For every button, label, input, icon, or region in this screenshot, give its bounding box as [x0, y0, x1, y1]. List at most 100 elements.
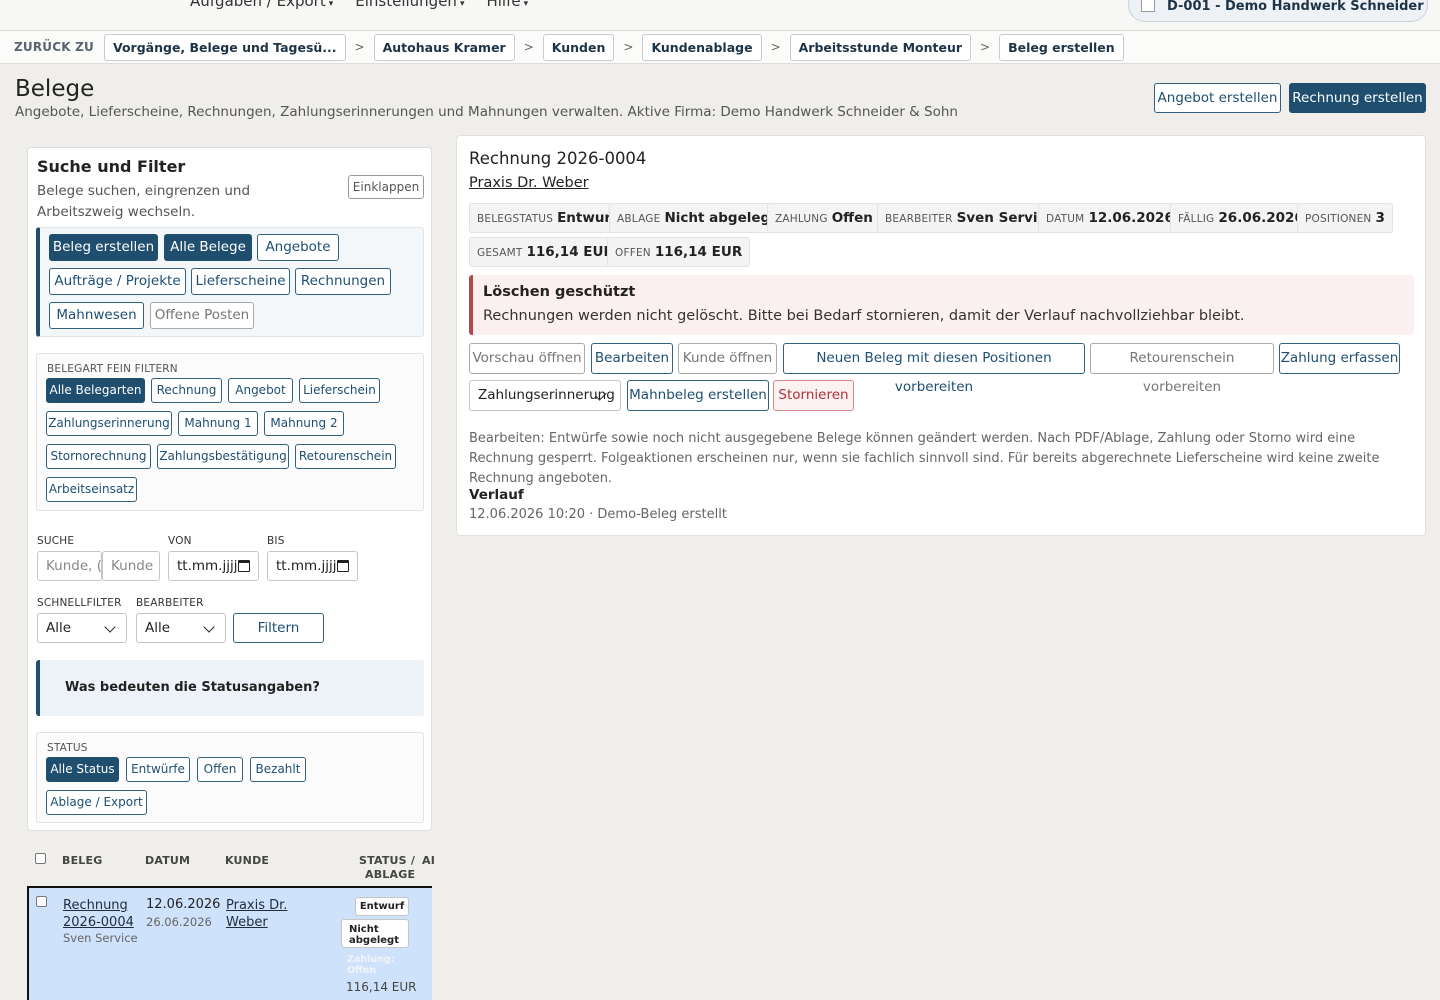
status-label: STATUS — [47, 742, 88, 754]
type-dunning-1[interactable]: Mahnung 1 — [178, 411, 258, 436]
quick-filter-select[interactable]: Alle — [37, 613, 127, 643]
type-invoice[interactable]: Rechnung — [151, 378, 222, 403]
column-status[interactable]: STATUS / — [359, 854, 415, 867]
breadcrumb-item-customer-archive[interactable]: Kundenablage — [642, 33, 762, 61]
calendar-icon — [238, 560, 250, 572]
documents-table-header: BELEG DATUM KUNDE STATUS / ABLAGE AI — [27, 845, 436, 885]
filter-panel-description: Belege suchen, eingrenzen und Arbeitszwe… — [37, 183, 251, 220]
meta-date: DATUM 12.06.2026 — [1038, 203, 1182, 233]
top-navigation-bar: Aufgaben / Export ▾ Einstellungen ▾ Hilfe ▾… — [0, 0, 1440, 31]
customer-search-input[interactable]: Kunde — [102, 551, 160, 581]
history-title: Verlauf — [469, 487, 524, 503]
breadcrumb-item-customer[interactable]: Autohaus Kramer — [373, 33, 515, 61]
alert-text: Rechnungen werden nicht gelöscht. Bitte … — [483, 308, 1245, 324]
type-delivery-note[interactable]: Lieferschein — [299, 378, 380, 403]
prepare-return-note-button[interactable]: Retourenschein vorbereiten — [1090, 343, 1274, 395]
edit-button[interactable]: Bearbeiten — [591, 343, 673, 374]
filter-panel-title: Suche und Filter — [37, 157, 186, 176]
breadcrumb-separator-icon: > — [980, 40, 991, 54]
row-editor: Sven Service — [63, 931, 138, 945]
document-number-link[interactable]: Rechnung 2026-0004 — [63, 897, 134, 931]
type-return-note[interactable]: Retourenschein — [295, 444, 396, 469]
meta-archive: ABLAGE Nicht abgelegt — [609, 203, 785, 233]
cancel-document-button[interactable]: Stornieren — [773, 380, 854, 411]
type-offer[interactable]: Angebot — [228, 378, 293, 403]
breadcrumb-item-customers[interactable]: Kunden — [542, 33, 615, 61]
quick-filter-label: SCHNELLFILTER — [37, 597, 122, 609]
status-all[interactable]: Alle Status — [46, 757, 119, 782]
column-archive: ABLAGE — [365, 868, 416, 881]
row-checkbox[interactable] — [36, 896, 47, 907]
breadcrumb-item-processes[interactable]: Vorgänge, Belege und Tagesü... — [103, 33, 346, 61]
collapse-button[interactable]: Einklappen — [348, 175, 424, 199]
create-invoice-button[interactable]: Rechnung erstellen — [1289, 83, 1426, 113]
menu-help[interactable]: Hilfe ▾ — [486, 0, 528, 10]
column-customer[interactable]: KUNDE — [225, 854, 269, 867]
dunning-type-select[interactable]: Zahlungserinnerung — [469, 380, 621, 411]
detail-customer-link[interactable]: Praxis Dr. Weber — [469, 175, 589, 191]
meta-total: GESAMT 116,14 EUR — [469, 237, 622, 267]
breadcrumb-separator-icon: > — [770, 40, 781, 54]
quick-invoices[interactable]: Rechnungen — [295, 268, 391, 295]
breadcrumb: ZURÜCK ZU Vorgänge, Belege und Tagesü...… — [0, 31, 1440, 64]
search-input[interactable]: Kunde, ( — [37, 551, 102, 581]
company-switcher[interactable]: D-001 - Demo Handwerk Schneider & So — [1128, 0, 1428, 22]
select-all-checkbox[interactable] — [35, 853, 46, 864]
prepare-new-document-button[interactable]: Neuen Beleg mit diesen Positionen vorber… — [783, 343, 1085, 395]
customer-link[interactable]: Praxis Dr. Weber — [226, 897, 287, 931]
quick-all-documents[interactable]: Alle Belege — [164, 234, 252, 261]
type-payment-reminder[interactable]: Zahlungserinnerung — [46, 411, 172, 436]
quick-open-items[interactable]: Offene Posten — [150, 302, 254, 329]
quick-delivery-notes[interactable]: Lieferscheine — [191, 268, 290, 295]
search-label: SUCHE — [37, 535, 75, 547]
preview-button[interactable]: Vorschau öffnen — [469, 343, 585, 374]
column-document[interactable]: BELEG — [62, 854, 102, 867]
status-help-toggle[interactable]: Was bedeuten die Statusangaben? — [36, 660, 424, 716]
type-payment-confirmation[interactable]: Zahlungsbestätigung — [157, 444, 289, 469]
type-work-assignment[interactable]: Arbeitseinsatz — [46, 477, 137, 502]
company-logo-icon — [1141, 0, 1155, 12]
table-row[interactable]: Rechnung 2026-0004 Sven Service 12.06.20… — [27, 886, 432, 1000]
column-extra: AI — [422, 854, 436, 867]
type-all[interactable]: Alle Belegarten — [46, 378, 145, 403]
menu-settings[interactable]: Einstellungen ▾ — [355, 0, 464, 10]
status-paid[interactable]: Bezahlt — [250, 757, 306, 782]
page-subtitle: Angebote, Lieferscheine, Rechnungen, Zah… — [15, 104, 958, 120]
quick-create-document[interactable]: Beleg erstellen — [49, 234, 158, 261]
history-item: 12.06.2026 10:20 · Demo-Beleg erstellt — [469, 507, 727, 522]
create-offer-button[interactable]: Angebot erstellen — [1154, 83, 1281, 113]
record-payment-button[interactable]: Zahlung erfassen — [1279, 343, 1400, 374]
date-to-input[interactable]: tt.mm.jjjj — [267, 551, 358, 581]
meta-open-amount: OFFEN 116,14 EUR — [607, 237, 751, 267]
menu-tasks-export[interactable]: Aufgaben / Export ▾ — [190, 0, 333, 10]
date-to-label: BIS — [267, 535, 285, 547]
filter-button[interactable]: Filtern — [233, 613, 324, 643]
breadcrumb-label: ZURÜCK ZU — [14, 40, 94, 54]
caret-down-icon: ▾ — [328, 0, 334, 9]
alert-title: Löschen geschützt — [483, 284, 636, 300]
date-from-input[interactable]: tt.mm.jjjj — [168, 551, 259, 581]
status-archive-export[interactable]: Ablage / Export — [46, 790, 147, 815]
column-date[interactable]: DATUM — [145, 854, 190, 867]
type-cancellation-invoice[interactable]: Stornorechnung — [46, 444, 151, 469]
meta-editor: BEARBEITER Sven Service — [877, 203, 1063, 233]
type-dunning-2[interactable]: Mahnung 2 — [264, 411, 344, 436]
quick-orders-projects[interactable]: Aufträge / Projekte — [49, 268, 186, 295]
delete-protected-alert: Löschen geschützt Rechnungen werden nich… — [469, 275, 1414, 335]
breadcrumb-separator-icon: > — [623, 40, 634, 54]
document-title: Rechnung 2026-0004 — [469, 149, 647, 168]
breadcrumb-item-create-document[interactable]: Beleg erstellen — [999, 33, 1124, 61]
chevron-down-icon — [104, 621, 116, 633]
status-badge-archive: Nicht abgelegt — [341, 919, 409, 948]
quick-offers[interactable]: Angebote — [257, 234, 339, 261]
create-dunning-button[interactable]: Mahnbeleg erstellen — [627, 380, 769, 411]
open-customer-button[interactable]: Kunde öffnen — [678, 343, 777, 374]
meta-payment: ZAHLUNG Offen — [767, 203, 881, 233]
status-drafts[interactable]: Entwürfe — [126, 757, 190, 782]
status-badge-draft: Entwurf — [355, 897, 409, 916]
editor-select[interactable]: Alle — [136, 613, 226, 643]
status-open[interactable]: Offen — [197, 757, 243, 782]
chevron-down-icon — [203, 621, 215, 633]
breadcrumb-item-work-hour[interactable]: Arbeitsstunde Monteur — [789, 33, 972, 61]
quick-dunning[interactable]: Mahnwesen — [49, 302, 144, 329]
